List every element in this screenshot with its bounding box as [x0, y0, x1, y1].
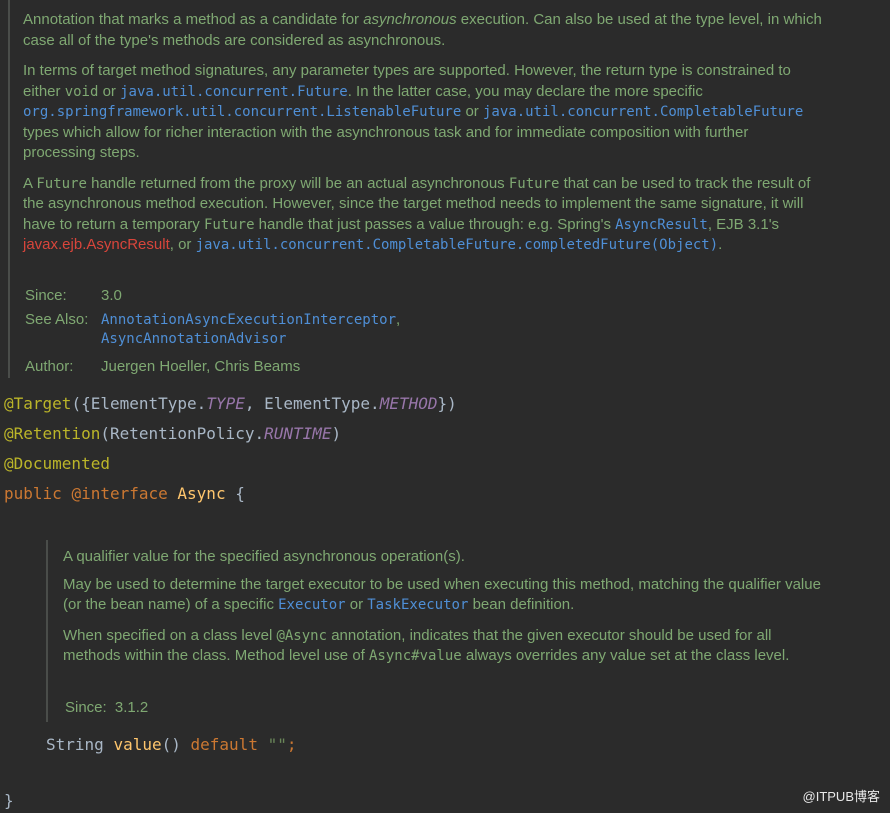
code-line-closing-brace[interactable]: }	[4, 791, 14, 810]
code-line-documented[interactable]: @Documented	[4, 454, 110, 473]
link-task-executor[interactable]: TaskExecutor	[367, 597, 468, 613]
unresolved-link-ejb-async-result: javax.ejb.AsyncResult	[23, 236, 170, 253]
doc-paragraph-1: Annotation that marks a method as a cand…	[23, 11, 822, 49]
doc2-paragraph-2: May be used to determine the target exec…	[63, 575, 821, 614]
javadoc-value-description: A qualifier value for the specified asyn…	[63, 547, 823, 667]
doc-paragraph-2: In terms of target method signatures, an…	[23, 62, 804, 161]
code-line-interface-declaration[interactable]: public @interface Async {	[4, 484, 245, 503]
link-executor[interactable]: Executor	[278, 597, 345, 613]
link-completable-future[interactable]: java.util.concurrent.CompletableFuture	[483, 104, 803, 120]
link-async-annotation-advisor[interactable]: AsyncAnnotationAdvisor	[101, 331, 286, 347]
javadoc-tags-2: Since: 3.1.2	[65, 699, 365, 719]
doc-left-border-2	[46, 540, 48, 722]
doc-left-border	[8, 0, 10, 378]
tag-since-2: Since: 3.1.2	[65, 699, 149, 716]
javadoc-tags: Since: 3.0 See Also: AnnotationAsyncExec…	[25, 287, 401, 375]
code-line-method-value[interactable]: String value() default "";	[46, 735, 297, 754]
watermark: @ITPUB博客	[802, 789, 880, 804]
doc2-paragraph-3: When specified on a class level @Async a…	[63, 626, 790, 665]
link-completed-future[interactable]: java.util.concurrent.CompletableFuture.c…	[196, 237, 719, 253]
code-line-retention[interactable]: @Retention(RetentionPolicy.RUNTIME)	[4, 424, 341, 443]
code-line-target[interactable]: @Target({ElementType.TYPE, ElementType.M…	[4, 394, 457, 413]
link-async-result[interactable]: AsyncResult	[615, 217, 708, 233]
javadoc-class-description: Annotation that marks a method as a cand…	[23, 10, 823, 256]
link-listenable-future[interactable]: org.springframework.util.concurrent.List…	[23, 104, 461, 120]
doc2-paragraph-1: A qualifier value for the specified asyn…	[63, 548, 465, 565]
link-annotation-async-execution-interceptor[interactable]: AnnotationAsyncExecutionInterceptor	[101, 312, 396, 328]
doc-paragraph-3: A Future handle returned from the proxy …	[23, 174, 811, 254]
link-future[interactable]: java.util.concurrent.Future	[120, 84, 348, 100]
